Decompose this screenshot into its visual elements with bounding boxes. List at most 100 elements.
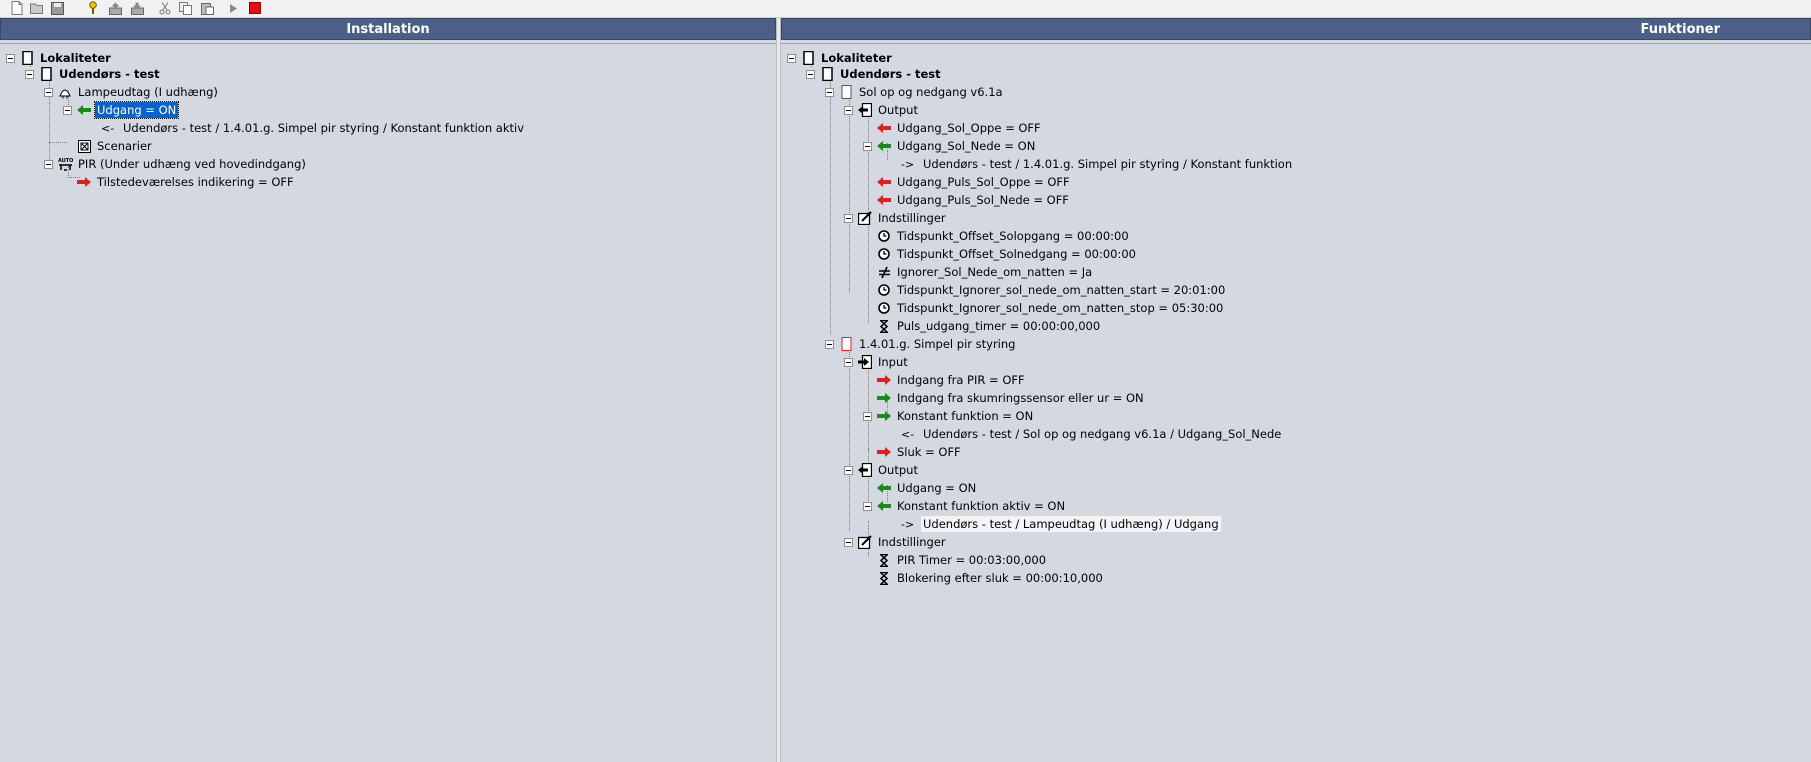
- tree-node-pir-input-ref[interactable]: <- Udendørs - test / Sol op og nedgang v…: [901, 425, 1283, 443]
- collapse-toggle[interactable]: [825, 339, 834, 349]
- tree-label: PIR (Under udhæng ved hovedindgang): [78, 157, 306, 171]
- output-group-icon: [857, 462, 873, 478]
- tree-node-sun-output[interactable]: Udgang_Puls_Sol_Nede = OFF: [863, 191, 1071, 209]
- collapse-toggle[interactable]: [844, 465, 853, 475]
- open-folder-icon[interactable]: [30, 1, 44, 15]
- collapse-toggle[interactable]: [6, 53, 15, 63]
- collapse-toggle[interactable]: [844, 357, 853, 367]
- collapse-toggle[interactable]: [844, 213, 853, 223]
- tree-label: Indgang fra PIR = OFF: [897, 373, 1025, 387]
- function-icon: [838, 84, 854, 100]
- tree-label: Konstant funktion aktiv = ON: [897, 499, 1066, 513]
- device-icon: [38, 66, 54, 82]
- download-icon[interactable]: [130, 1, 144, 15]
- tree-node-lamp[interactable]: Lampeudtag (I udhæng): [44, 83, 220, 101]
- tree-label: Tidspunkt_Offset_Solopgang = 00:00:00: [897, 229, 1129, 243]
- tree-node-pir-output[interactable]: Udgang = ON: [863, 479, 978, 497]
- tree-node-sun-setting[interactable]: Puls_udgang_timer = 00:00:00,000: [863, 317, 1102, 335]
- tree-node-pir-input-group[interactable]: Input: [844, 353, 910, 371]
- reference-arrow: <-: [101, 121, 115, 135]
- collapse-toggle[interactable]: [825, 87, 834, 97]
- tree-node-pir-output[interactable]: Konstant funktion aktiv = ON: [863, 497, 1067, 515]
- tree-node-lamp-output[interactable]: Udgang = ON: [63, 101, 180, 119]
- play-icon[interactable]: [226, 1, 240, 15]
- output-off-arrow-icon: [876, 120, 892, 136]
- tree-node-pir[interactable]: AUTO PIR (Under udhæng ved hovedindgang): [44, 155, 308, 173]
- output-off-arrow-icon: [876, 174, 892, 190]
- tree-node-sun-output-group[interactable]: Output: [844, 101, 920, 119]
- tree-node-sun-output[interactable]: Udgang_Sol_Nede = ON: [863, 137, 1037, 155]
- tree-label: Udendørs - test / Sol op og nedgang v6.1…: [923, 427, 1282, 441]
- output-off-arrow-icon: [876, 192, 892, 208]
- tree-node-pir-input[interactable]: Indgang fra skumringssensor eller ur = O…: [863, 389, 1146, 407]
- functions-header: Funktioner: [781, 18, 1811, 40]
- new-document-icon[interactable]: [10, 1, 24, 15]
- tree-label: Udendørs - test / 1.4.01.g. Simpel pir s…: [923, 157, 1293, 171]
- tree-node-pir-input[interactable]: Indgang fra PIR = OFF: [863, 371, 1027, 389]
- collapse-toggle[interactable]: [863, 501, 872, 511]
- tree-node-pir-output-group[interactable]: Output: [844, 461, 920, 479]
- collapse-toggle[interactable]: [44, 159, 53, 169]
- tree-node-sun-output-ref[interactable]: -> Udendørs - test / 1.4.01.g. Simpel pi…: [901, 155, 1294, 173]
- collapse-toggle[interactable]: [806, 69, 815, 79]
- collapse-toggle[interactable]: [844, 537, 853, 547]
- tree-node-pir-settings-group[interactable]: Indstillinger: [844, 533, 948, 551]
- tree-label: PIR Timer = 00:03:00,000: [897, 553, 1047, 567]
- tree-label: Scenarier: [97, 139, 152, 153]
- tree-node-sun-output[interactable]: Udgang_Puls_Sol_Oppe = OFF: [863, 173, 1072, 191]
- tree-node-location[interactable]: Udendørs - test: [25, 65, 162, 83]
- key-icon[interactable]: [86, 1, 100, 15]
- tree-node-pir-input[interactable]: Sluk = OFF: [863, 443, 963, 461]
- tree-node-sun-output[interactable]: Udgang_Sol_Oppe = OFF: [863, 119, 1043, 137]
- tree-node-scenarios[interactable]: Scenarier: [63, 137, 154, 155]
- tree-node-location[interactable]: Udendørs - test: [806, 65, 943, 83]
- tree-label: Lampeudtag (I udhæng): [78, 85, 218, 99]
- paste-icon[interactable]: [200, 1, 214, 15]
- stop-icon[interactable]: [248, 1, 262, 15]
- tree-label: Tidspunkt_Offset_Solnedgang = 00:00:00: [897, 247, 1136, 261]
- device-icon: [800, 50, 816, 66]
- tree-node-sun-setting[interactable]: Tidspunkt_Offset_Solopgang = 00:00:00: [863, 227, 1131, 245]
- tree-node-sun-setting[interactable]: Ignorer_Sol_Nede_om_natten = Ja: [863, 263, 1094, 281]
- input-on-arrow-icon: [876, 390, 892, 406]
- pir-sensor-icon: AUTO: [57, 156, 73, 172]
- installation-header: Installation: [0, 18, 776, 40]
- tree-node-sun-settings-group[interactable]: Indstillinger: [844, 209, 948, 227]
- tree-label: Lokaliteter: [40, 51, 111, 65]
- hourglass-icon: [876, 318, 892, 334]
- cut-icon[interactable]: [158, 1, 172, 15]
- output-arrow-icon: [76, 102, 92, 118]
- tree-label: Udgang = ON: [93, 101, 180, 119]
- tree-node-sun-function[interactable]: Sol op og nedgang v6.1a: [825, 83, 1005, 101]
- upload-icon[interactable]: [108, 1, 122, 15]
- function-icon: [838, 336, 854, 352]
- clock-icon: [876, 246, 892, 262]
- collapse-toggle[interactable]: [25, 69, 34, 79]
- tree-node-sun-setting[interactable]: Tidspunkt_Offset_Solnedgang = 00:00:00: [863, 245, 1138, 263]
- collapse-toggle[interactable]: [863, 141, 872, 151]
- tree-node-pir-setting[interactable]: Blokering efter sluk = 00:00:10,000: [863, 569, 1105, 587]
- tree-node-pir-function[interactable]: 1.4.01.g. Simpel pir styring: [825, 335, 1017, 353]
- tree-node-sun-setting[interactable]: Tidspunkt_Ignorer_sol_nede_om_natten_sto…: [863, 299, 1225, 317]
- collapse-toggle[interactable]: [63, 105, 72, 115]
- output-group-icon: [857, 102, 873, 118]
- copy-icon[interactable]: [178, 1, 192, 15]
- tree-node-pir-output-ref[interactable]: -> Udendørs - test / Lampeudtag (I udhæn…: [901, 515, 1221, 533]
- tree-node-pir-output[interactable]: Tilstedeværelses indikering = OFF: [63, 173, 296, 191]
- tree-node-lamp-output-ref[interactable]: <- Udendørs - test / 1.4.01.g. Simpel pi…: [101, 119, 526, 137]
- not-equal-icon: [876, 264, 892, 280]
- collapse-toggle[interactable]: [44, 87, 53, 97]
- input-group-icon: [857, 354, 873, 370]
- tree-label: Udendørs - test / Lampeudtag (I udhæng) …: [921, 516, 1221, 532]
- lamp-icon: [57, 84, 73, 100]
- collapse-toggle[interactable]: [787, 53, 796, 63]
- input-off-arrow-icon: [876, 444, 892, 460]
- tree-node-sun-setting[interactable]: Tidspunkt_Ignorer_sol_nede_om_natten_sta…: [863, 281, 1227, 299]
- collapse-toggle[interactable]: [844, 105, 853, 115]
- tree-label: Indstillinger: [878, 535, 946, 549]
- save-icon[interactable]: [50, 1, 64, 15]
- tree-node-pir-setting[interactable]: PIR Timer = 00:03:00,000: [863, 551, 1048, 569]
- tree-node-pir-input[interactable]: Konstant funktion = ON: [863, 407, 1035, 425]
- collapse-toggle[interactable]: [863, 411, 872, 421]
- hourglass-icon: [876, 552, 892, 568]
